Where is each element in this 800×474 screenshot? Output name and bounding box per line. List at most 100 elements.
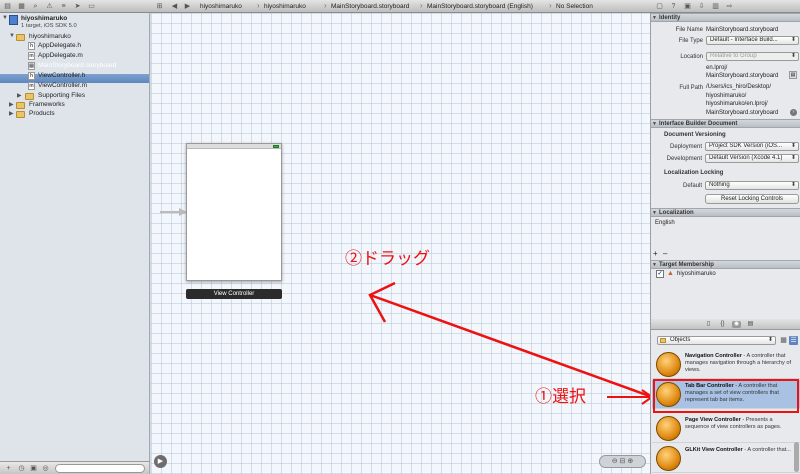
object-library-icon[interactable]: ◉ xyxy=(732,321,741,328)
nav-item-viewcontroller-m[interactable]: ViewController.m xyxy=(38,81,87,90)
file-name-value[interactable]: MainStoryboard.storyboard xyxy=(706,26,778,35)
breadcrumb-localized-file[interactable]: MainStoryboard.storyboard (English) xyxy=(427,2,533,11)
related-files-icon[interactable]: ⊞ xyxy=(155,2,164,11)
item-desc: - A controller that... xyxy=(742,447,791,453)
document-versioning-heading: Document Versioning xyxy=(664,132,726,138)
nav-item-mainstoryboard[interactable]: MainStoryboard.storyboard xyxy=(38,61,116,70)
locking-default-popup[interactable]: Nothing xyxy=(705,181,799,190)
deployment-popup[interactable]: Project SDK Version (iOS... xyxy=(705,142,799,151)
folder-icon[interactable]: ▤ xyxy=(3,2,12,11)
search-input[interactable] xyxy=(55,464,145,473)
project-subtitle: 1 target, iOS SDK 5.0 xyxy=(21,23,77,29)
library-scrollbar[interactable] xyxy=(794,442,799,472)
grid-view-icon[interactable]: ▦ xyxy=(779,336,788,345)
nav-item-products[interactable]: Products xyxy=(29,109,55,118)
disclosure-triangle-icon[interactable]: ▶ xyxy=(9,110,14,117)
location-popup[interactable]: Relative to Group xyxy=(706,52,799,61)
quick-help-icon[interactable]: ? xyxy=(669,2,678,11)
folder-icon xyxy=(16,102,25,109)
forward-arrow-icon[interactable]: ▶ xyxy=(183,2,192,11)
header-file-icon: h xyxy=(28,42,35,50)
symbol-navigator-icon[interactable]: ▦ xyxy=(17,2,26,11)
navigator-filter-bar: + ◷ ▣ ◎ xyxy=(0,461,150,474)
library-item-text: Navigation Controller - A controller tha… xyxy=(685,353,798,374)
view-controller-scene[interactable] xyxy=(186,143,282,281)
select-annotation-label: ①選択 xyxy=(535,387,586,406)
disclosure-triangle-icon[interactable]: ▼ xyxy=(9,33,15,39)
issue-icon[interactable]: ⚠ xyxy=(45,2,54,11)
full-path-label: Full Path xyxy=(679,85,703,91)
project-navigator: ▼ hiyoshimaruko 1 target, iOS SDK 5.0 ▼ … xyxy=(0,13,150,461)
file-name-label: File Name xyxy=(675,27,703,33)
list-view-icon[interactable]: ☰ xyxy=(789,336,798,345)
library-item-glkit-view-controller[interactable]: GLKit View Controller - A controller tha… xyxy=(652,444,800,473)
play-icon[interactable]: ▶ xyxy=(154,455,167,468)
initial-scene-arrow-icon xyxy=(160,208,187,216)
breadcrumb-project[interactable]: hiyoshimaruko xyxy=(200,2,242,11)
item-title: Navigation Controller xyxy=(685,353,742,359)
zoom-controls[interactable]: ⊖ ⊟ ⊕ xyxy=(599,455,646,468)
development-popup[interactable]: Default Version (Xcode 4.1) xyxy=(705,154,799,163)
storyboard-file-icon: ▤ xyxy=(28,62,35,70)
debug-icon[interactable]: ≡ xyxy=(59,2,68,11)
size-inspector-icon[interactable]: ▥ xyxy=(711,2,720,11)
back-arrow-icon[interactable]: ◀ xyxy=(170,2,179,11)
select-arrow-annotation xyxy=(607,389,654,405)
location-label: Location xyxy=(680,54,703,60)
media-library-icon[interactable]: ▤ xyxy=(746,321,755,328)
breadcrumb-file[interactable]: MainStoryboard.storyboard xyxy=(331,2,409,11)
add-icon[interactable]: + xyxy=(4,464,13,473)
folder-icon xyxy=(16,111,25,118)
code-snippet-icon[interactable]: {} xyxy=(718,321,727,328)
localization-english[interactable]: English xyxy=(655,219,675,228)
project-icon xyxy=(9,15,18,25)
breakpoint-icon[interactable]: ➤ xyxy=(73,2,82,11)
identity-inspector-icon[interactable]: ▣ xyxy=(683,2,692,11)
nav-item-appdelegate-h[interactable]: AppDelegate.h xyxy=(38,41,81,50)
connections-inspector-icon[interactable]: ⇨ xyxy=(725,2,734,11)
selection-highlight-box xyxy=(653,379,799,413)
breadcrumb-group[interactable]: hiyoshimaruko xyxy=(264,2,306,11)
full-path-line: MainStoryboard.storyboard xyxy=(706,109,779,116)
reset-locking-controls-button[interactable]: Reset Locking Controls xyxy=(705,194,799,204)
disclosure-triangle-icon[interactable]: ▼ xyxy=(2,15,8,21)
remove-localization-button[interactable]: – xyxy=(663,250,670,258)
nav-item-viewcontroller-h[interactable]: ViewController.h xyxy=(38,71,85,80)
target-membership-section-header[interactable]: Target Membership xyxy=(651,260,800,269)
folder-icon xyxy=(660,338,666,343)
scm-icon[interactable]: ▣ xyxy=(29,464,38,473)
ib-document-section-header[interactable]: Interface Builder Document xyxy=(651,119,800,128)
header-file-icon: h xyxy=(28,72,35,80)
localization-section-header[interactable]: Localization xyxy=(651,208,800,217)
nav-item-frameworks[interactable]: Frameworks xyxy=(29,100,65,109)
chevron-right-icon: › xyxy=(257,1,260,10)
disclosure-triangle-icon[interactable]: ▶ xyxy=(9,101,14,108)
clock-icon[interactable]: ◷ xyxy=(17,464,26,473)
attributes-inspector-icon[interactable]: ⇩ xyxy=(697,2,706,11)
target-checkbox[interactable]: ✓ xyxy=(656,270,664,278)
filter-icon[interactable]: ◎ xyxy=(41,464,50,473)
folder-icon xyxy=(25,93,34,100)
reveal-in-finder-icon[interactable]: › xyxy=(790,109,797,116)
library-item-page-view-controller[interactable]: Page View Controller - Presents a sequen… xyxy=(652,414,800,443)
nav-item-supporting-files[interactable]: Supporting Files xyxy=(38,91,85,100)
library-filter-popup[interactable]: Objects xyxy=(657,336,776,345)
disclosure-triangle-icon[interactable]: ▶ xyxy=(17,92,22,99)
library-tabs: ▯ {} ◉ ▤ xyxy=(651,319,800,330)
library-item-navigation-controller[interactable]: Navigation Controller - A controller tha… xyxy=(652,350,800,379)
log-icon[interactable]: ▭ xyxy=(87,2,96,11)
identity-section-header[interactable]: Identity xyxy=(651,13,800,22)
library-item-text: Page View Controller - Presents a sequen… xyxy=(685,417,798,431)
breadcrumb-selection[interactable]: No Selection xyxy=(556,2,593,11)
folder-browse-icon[interactable]: ▤ xyxy=(789,71,797,79)
library-item-text: GLKit View Controller - A controller tha… xyxy=(685,447,798,454)
nav-item-appdelegate-m[interactable]: AppDelegate.m xyxy=(38,51,83,60)
search-icon[interactable]: ⌕ xyxy=(31,2,40,11)
nav-item-group[interactable]: hiyoshimaruko xyxy=(29,32,71,41)
file-inspector-icon[interactable]: ▢ xyxy=(655,2,664,11)
item-title: Page View Controller xyxy=(685,417,741,423)
file-type-popup[interactable]: Default - Interface Build... xyxy=(706,36,799,45)
add-localization-button[interactable]: + xyxy=(653,250,660,258)
file-template-icon[interactable]: ▯ xyxy=(704,321,713,328)
scene-dock-label[interactable]: View Controller xyxy=(186,289,282,299)
